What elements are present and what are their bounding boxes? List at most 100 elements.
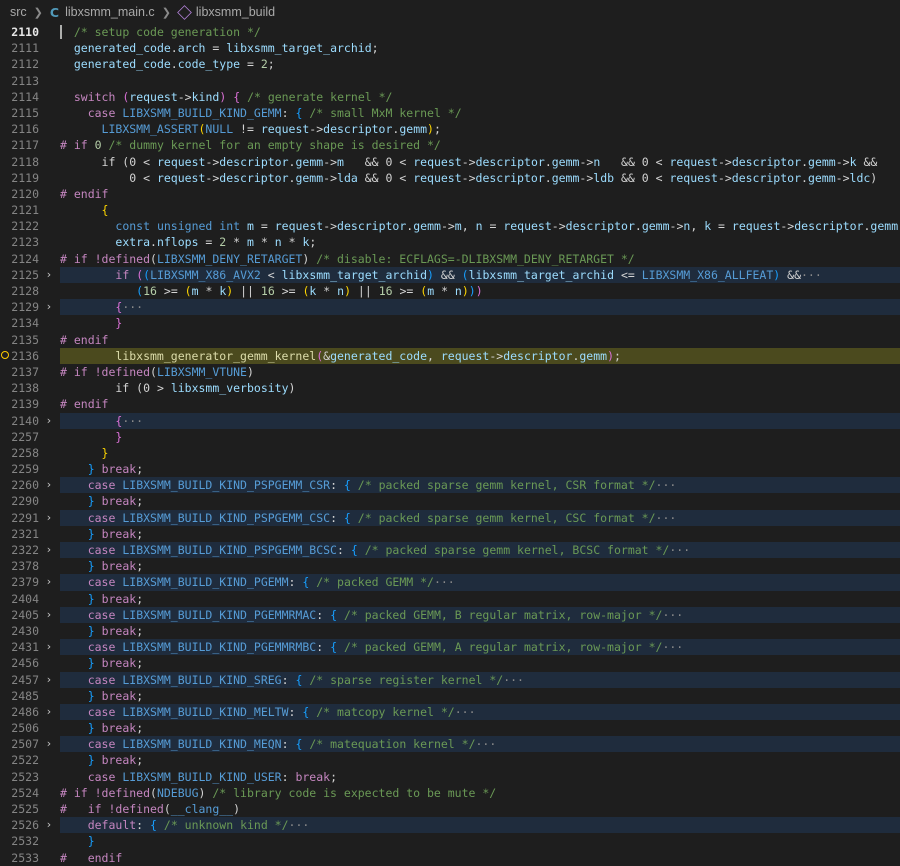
gutter[interactable]: 2258 — [0, 445, 56, 461]
code-text[interactable]: generated_code.code_type = 2; — [60, 56, 900, 72]
folded-ellipsis[interactable]: ··· — [434, 575, 455, 589]
gutter[interactable]: 2136 — [0, 348, 56, 364]
gutter[interactable]: 2119 — [0, 170, 56, 186]
code-line[interactable]: 2128 (16 >= (m * k) || 16 >= (k * n) || … — [0, 283, 900, 299]
code-text[interactable] — [60, 73, 900, 89]
code-text[interactable]: { — [60, 202, 900, 218]
gutter[interactable]: 2128 — [0, 283, 56, 299]
breadcrumb-folder[interactable]: src — [10, 5, 27, 19]
gutter[interactable]: 2134 — [0, 315, 56, 331]
code-line[interactable]: 2485 } break; — [0, 688, 900, 704]
code-text[interactable]: } — [60, 315, 900, 331]
code-text[interactable]: } break; — [60, 493, 900, 509]
folded-ellipsis[interactable]: ··· — [289, 818, 310, 832]
gutter[interactable]: 2506 — [0, 720, 56, 736]
gutter[interactable]: 2111 — [0, 40, 56, 56]
code-line[interactable]: 2136 libxsmm_generator_gemm_kernel(&gene… — [0, 347, 900, 364]
code-text[interactable]: case LIBXSMM_BUILD_KIND_USER: break; — [60, 769, 900, 785]
folded-ellipsis[interactable]: ··· — [122, 300, 143, 314]
code-line[interactable]: 2124 # if !defined(LIBXSMM_DENY_RETARGET)… — [0, 251, 900, 267]
gutter[interactable]: 2122 — [0, 218, 56, 234]
code-text[interactable]: case LIBXSMM_BUILD_KIND_MELTW: { /* matc… — [60, 703, 900, 721]
code-line[interactable]: 2456 } break; — [0, 655, 900, 671]
gutter[interactable]: 2485 — [0, 688, 56, 704]
code-text[interactable]: } break; — [60, 526, 900, 542]
code-line[interactable]: 2507 › case LIBXSMM_BUILD_KIND_MEQN: { /*… — [0, 736, 900, 753]
gutter[interactable]: 2138 — [0, 380, 56, 396]
code-line[interactable]: 2111 generated_code.arch = libxsmm_targe… — [0, 40, 900, 56]
code-text[interactable]: if (0 > libxsmm_verbosity) — [60, 380, 900, 396]
folded-ellipsis[interactable]: ··· — [662, 640, 683, 654]
code-text[interactable]: # if !defined(LIBXSMM_DENY_RETARGET) /* … — [60, 251, 900, 267]
code-line[interactable]: 2404 } break; — [0, 591, 900, 607]
folded-ellipsis[interactable]: ··· — [122, 414, 143, 428]
code-line[interactable]: 2114 switch (request->kind) { /* generat… — [0, 89, 900, 105]
code-line[interactable]: 2134 } — [0, 315, 900, 331]
code-text[interactable]: # if !defined(LIBXSMM_VTUNE) — [60, 364, 900, 380]
fold-chevron-icon[interactable]: › — [43, 510, 55, 526]
folded-ellipsis[interactable]: ··· — [455, 705, 476, 719]
code-line[interactable]: 2120 # endif — [0, 186, 900, 202]
gutter[interactable]: 2405 › — [0, 607, 56, 623]
code-line[interactable]: 2523 case LIBXSMM_BUILD_KIND_USER: break… — [0, 769, 900, 785]
folded-ellipsis[interactable]: ··· — [503, 673, 524, 687]
folded-ellipsis[interactable]: ··· — [662, 608, 683, 622]
code-text[interactable]: (16 >= (m * k) || 16 >= (k * n) || 16 >=… — [60, 283, 900, 299]
code-text[interactable]: # endif — [60, 332, 900, 348]
code-line[interactable]: 2524 # if !defined(NDEBUG) /* library cod… — [0, 785, 900, 801]
code-text[interactable]: LIBXSMM_ASSERT(NULL != request->descript… — [60, 121, 900, 137]
gutter[interactable]: 2404 — [0, 591, 56, 607]
fold-chevron-icon[interactable]: › — [43, 477, 55, 493]
code-line[interactable]: 2290 } break; — [0, 493, 900, 509]
gutter[interactable]: 2523 — [0, 769, 56, 785]
code-line[interactable]: 2119 0 < request->descriptor.gemm->lda &… — [0, 170, 900, 186]
fold-chevron-icon[interactable]: › — [43, 413, 55, 429]
code-text[interactable]: {··· — [60, 299, 900, 316]
gutter[interactable]: 2139 — [0, 396, 56, 412]
gutter[interactable]: 2259 — [0, 461, 56, 477]
code-text[interactable]: case LIBXSMM_BUILD_KIND_PSPGEMM_CSR: { /… — [60, 477, 900, 494]
folded-ellipsis[interactable]: ··· — [476, 737, 497, 751]
code-text[interactable]: libxsmm_generator_gemm_kernel(&generated… — [60, 347, 900, 364]
code-line[interactable]: 2405 › case LIBXSMM_BUILD_KIND_PGEMMRMAC:… — [0, 606, 900, 623]
code-line[interactable]: 2322 › case LIBXSMM_BUILD_KIND_PSPGEMM_BC… — [0, 542, 900, 559]
gutter[interactable]: 2140 › — [0, 413, 56, 429]
gutter[interactable]: 2291 › — [0, 510, 56, 526]
code-text[interactable]: # if 0 /* dummy kernel for an empty shap… — [60, 137, 900, 153]
gutter[interactable]: 2526 › — [0, 817, 56, 833]
code-line[interactable]: 2139 # endif — [0, 396, 900, 412]
code-text[interactable]: } break; — [60, 623, 900, 639]
code-text[interactable]: # endif — [60, 396, 900, 412]
code-text[interactable]: } break; — [60, 720, 900, 736]
code-line[interactable]: 2430 } break; — [0, 623, 900, 639]
code-text[interactable]: /* setup code generation */ — [60, 24, 900, 40]
code-line[interactable]: 2506 } break; — [0, 720, 900, 736]
gutter[interactable]: 2135 — [0, 332, 56, 348]
gutter[interactable]: 2124 — [0, 251, 56, 267]
breadcrumb-file[interactable]: libxsmm_main.c — [65, 5, 155, 19]
code-line[interactable]: 2110 /* setup code generation */ — [0, 24, 900, 40]
gutter[interactable]: 2113 — [0, 73, 56, 89]
gutter[interactable]: 2120 — [0, 186, 56, 202]
code-line[interactable]: 2129 › {··· — [0, 299, 900, 316]
code-line[interactable]: 2121 { — [0, 202, 900, 218]
code-text[interactable]: } break; — [60, 591, 900, 607]
code-text[interactable]: } — [60, 445, 900, 461]
code-text[interactable]: } break; — [60, 461, 900, 477]
gutter[interactable]: 2114 — [0, 89, 56, 105]
code-text[interactable]: generated_code.arch = libxsmm_target_arc… — [60, 40, 900, 56]
fold-chevron-icon[interactable]: › — [43, 817, 55, 833]
code-text[interactable]: case LIBXSMM_BUILD_KIND_PSPGEMM_CSC: { /… — [60, 509, 900, 526]
code-text[interactable]: } — [60, 429, 900, 445]
code-line[interactable]: 2122 const unsigned int m = request->des… — [0, 218, 900, 234]
gutter[interactable]: 2129 › — [0, 299, 56, 315]
gutter[interactable]: 2137 — [0, 364, 56, 380]
code-editor[interactable]: 2110 /* setup code generation */2111 gen… — [0, 24, 900, 866]
code-text[interactable]: case LIBXSMM_BUILD_KIND_GEMM: { /* small… — [60, 105, 900, 121]
code-text[interactable]: default: { /* unknown kind */··· — [60, 817, 900, 834]
gutter[interactable]: 2290 — [0, 493, 56, 509]
gutter[interactable]: 2117 — [0, 137, 56, 153]
gutter[interactable]: 2257 — [0, 429, 56, 445]
fold-chevron-icon[interactable]: › — [43, 574, 55, 590]
code-line[interactable]: 2522 } break; — [0, 752, 900, 768]
